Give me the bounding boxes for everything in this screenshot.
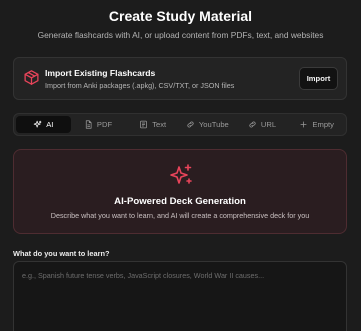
import-flashcards-card: Import Existing Flashcards Import from A… bbox=[13, 57, 347, 100]
learn-topic-input[interactable] bbox=[13, 261, 347, 331]
page-title: Create Study Material bbox=[108, 8, 253, 24]
link-icon bbox=[186, 120, 195, 129]
import-card-title: Import Existing Flashcards bbox=[45, 68, 156, 78]
import-card-description: Import from Anki packages (.apkg), CSV/T… bbox=[45, 81, 235, 90]
ai-panel-description: Describe what you want to learn, and AI … bbox=[50, 211, 310, 220]
tab-ai[interactable]: AI bbox=[16, 116, 71, 133]
tab-text-label: Text bbox=[152, 120, 167, 129]
create-study-material-page: Create Study Material Generate flashcard… bbox=[0, 0, 361, 331]
tab-youtube[interactable]: YouTube bbox=[180, 116, 235, 133]
tab-text[interactable]: Text bbox=[125, 116, 180, 133]
link-icon bbox=[248, 120, 257, 129]
text-lines-icon bbox=[139, 120, 148, 129]
tab-url[interactable]: URL bbox=[235, 116, 290, 133]
package-icon bbox=[23, 69, 40, 86]
tab-ai-label: AI bbox=[46, 120, 54, 129]
learn-topic-label: What do you want to learn? bbox=[13, 249, 110, 258]
ai-generation-panel: AI-Powered Deck Generation Describe what… bbox=[13, 149, 347, 234]
source-tabs: AI PDF Text YouTube URL Empty bbox=[13, 113, 347, 136]
sparkle-icon bbox=[33, 120, 42, 129]
tab-empty-label: Empty bbox=[312, 120, 334, 129]
document-icon bbox=[84, 120, 93, 129]
ai-panel-title: AI-Powered Deck Generation bbox=[114, 196, 246, 207]
tab-empty[interactable]: Empty bbox=[289, 116, 344, 133]
tab-pdf[interactable]: PDF bbox=[71, 116, 126, 133]
plus-icon bbox=[299, 120, 308, 129]
page-subtitle: Generate flashcards with AI, or upload c… bbox=[37, 30, 324, 40]
sparkles-icon bbox=[169, 163, 193, 187]
tab-youtube-label: YouTube bbox=[198, 120, 229, 129]
tab-pdf-label: PDF bbox=[96, 120, 113, 129]
tab-url-label: URL bbox=[260, 120, 277, 129]
import-button[interactable]: Import bbox=[299, 67, 338, 90]
